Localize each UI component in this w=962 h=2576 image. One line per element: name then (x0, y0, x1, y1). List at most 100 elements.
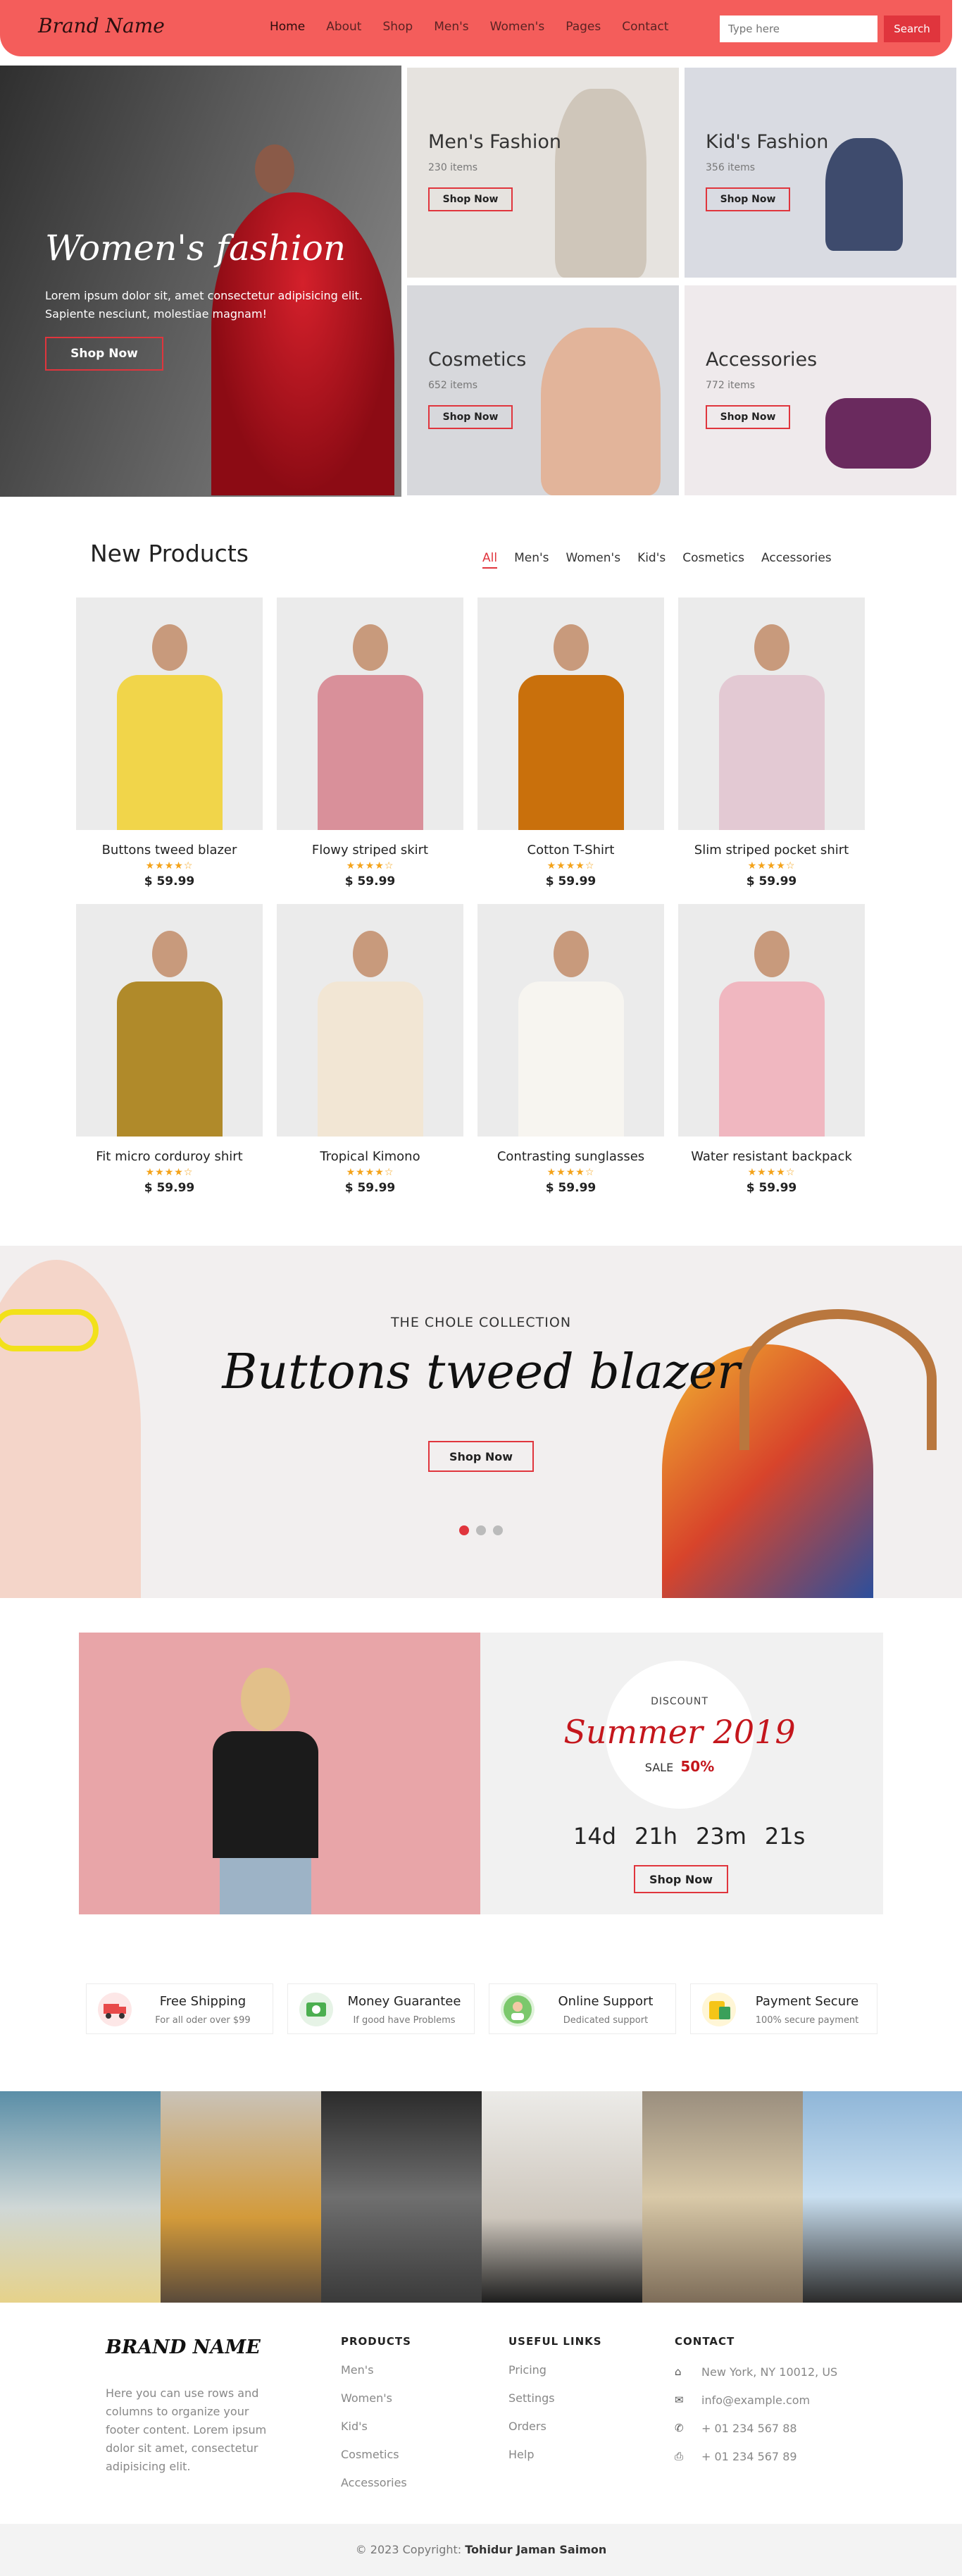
product-image[interactable] (477, 904, 664, 1137)
footer-link[interactable]: Help (508, 2448, 602, 2465)
feature-subtitle: For all oder over $99 (155, 2015, 251, 2026)
menu-pages[interactable]: Pages (566, 20, 601, 34)
filter-womens[interactable]: Women's (566, 551, 621, 569)
product-name[interactable]: Flowy striped skirt (277, 843, 463, 857)
new-products-title: New Products (90, 540, 249, 567)
category-title: Accessories (706, 349, 818, 371)
product-image[interactable] (76, 597, 263, 830)
truck-icon (98, 1993, 132, 2026)
product-image[interactable] (678, 904, 865, 1137)
product-card[interactable]: Contrasting sunglasses ★★★★☆ $ 59.99 (477, 904, 664, 1195)
copyright-bar: © 2023 Copyright: Tohidur Jaman Saimon (0, 2524, 962, 2576)
gallery-image-1[interactable] (0, 2091, 161, 2303)
category-tile-cosmetics[interactable]: Cosmetics 652 items Shop Now (407, 285, 679, 495)
product-card[interactable]: Water resistant backpack ★★★★☆ $ 59.99 (678, 904, 865, 1195)
contact-email[interactable]: info@example.com (701, 2394, 810, 2407)
footer-link[interactable]: Women's (341, 2391, 411, 2408)
menu-womens[interactable]: Women's (490, 20, 545, 34)
discount-circle: DISCOUNT Summer 2019 SALE 50% (563, 1661, 796, 1809)
sale-percent: 50% (680, 1758, 715, 1775)
collection-title: Buttons tweed blazer (222, 1344, 740, 1400)
product-image[interactable] (277, 597, 463, 830)
carousel-dots (459, 1525, 503, 1535)
star-rating-icon: ★★★★☆ (145, 1167, 194, 1178)
category-tile-mens[interactable]: Men's Fashion 230 items Shop Now (407, 68, 679, 278)
feature-title: Money Guarantee (347, 1994, 461, 2009)
sale-shop-now-button[interactable]: Shop Now (634, 1865, 728, 1893)
filter-accessories[interactable]: Accessories (761, 551, 832, 569)
footer-link[interactable]: Pricing (508, 2363, 602, 2380)
collection-shop-now-button[interactable]: Shop Now (428, 1441, 534, 1472)
category-shop-now-button[interactable]: Shop Now (428, 187, 513, 211)
star-rating-icon: ★★★★☆ (747, 860, 796, 872)
footer-link[interactable]: Accessories (341, 2476, 411, 2493)
print-icon: ⎙ (675, 2450, 684, 2463)
carousel-dot-1[interactable] (459, 1525, 469, 1535)
product-name[interactable]: Cotton T-Shirt (477, 843, 664, 857)
product-card[interactable]: Tropical Kimono ★★★★☆ $ 59.99 (277, 904, 463, 1195)
product-name[interactable]: Fit micro corduroy shirt (76, 1149, 263, 1164)
category-shop-now-button[interactable]: Shop Now (428, 405, 513, 429)
product-filters: All Men's Women's Kid's Cosmetics Access… (482, 551, 849, 569)
product-card[interactable]: Cotton T-Shirt ★★★★☆ $ 59.99 (477, 597, 664, 888)
gallery-image-2[interactable] (161, 2091, 321, 2303)
product-image[interactable] (678, 597, 865, 830)
product-card[interactable]: Buttons tweed blazer ★★★★☆ $ 59.99 (76, 597, 263, 888)
product-image[interactable] (277, 904, 463, 1137)
phone-icon: ✆ (675, 2422, 684, 2434)
search-input[interactable] (720, 16, 877, 42)
category-tile-accessories[interactable]: Accessories 772 items Shop Now (685, 285, 956, 495)
product-price: $ 59.99 (545, 1181, 596, 1195)
sale-panel: DISCOUNT Summer 2019 SALE 50% 14d 21h 23… (480, 1633, 883, 1914)
gallery-image-5[interactable] (642, 2091, 803, 2303)
filter-kids[interactable]: Kid's (637, 551, 666, 569)
filter-cosmetics[interactable]: Cosmetics (682, 551, 744, 569)
category-title: Cosmetics (428, 349, 527, 371)
footer-link[interactable]: Kid's (341, 2420, 411, 2436)
product-name[interactable]: Water resistant backpack (678, 1149, 865, 1164)
payment-icon (702, 1993, 736, 2026)
menu-contact[interactable]: Contact (622, 20, 668, 34)
product-price: $ 59.99 (746, 1181, 797, 1195)
menu-about[interactable]: About (326, 20, 361, 34)
footer-contact: CONTACT ⌂ New York, NY 10012, US ✉ info@ex… (675, 2335, 837, 2476)
brand-logo[interactable]: Brand Name (38, 14, 165, 37)
product-image[interactable] (477, 597, 664, 830)
product-card[interactable]: Slim striped pocket shirt ★★★★☆ $ 59.99 (678, 597, 865, 888)
product-name[interactable]: Tropical Kimono (277, 1149, 463, 1164)
footer-link[interactable]: Orders (508, 2420, 602, 2436)
footer-link[interactable]: Men's (341, 2363, 411, 2380)
category-shop-now-button[interactable]: Shop Now (706, 187, 790, 211)
cosmetics-model-image (541, 328, 661, 495)
hero-shop-now-button[interactable]: Shop Now (45, 337, 163, 371)
sale-title: Summer 2019 (563, 1713, 796, 1751)
gallery-image-6[interactable] (803, 2091, 962, 2303)
footer-links-title: USEFUL LINKS (508, 2335, 602, 2348)
product-name[interactable]: Slim striped pocket shirt (678, 843, 865, 857)
contact-fax: + 01 234 567 89 (701, 2449, 797, 2463)
footer-link[interactable]: Cosmetics (341, 2448, 411, 2465)
footer-about: Here you can use rows and columns to org… (106, 2386, 267, 2473)
product-card[interactable]: Fit micro corduroy shirt ★★★★☆ $ 59.99 (76, 904, 263, 1195)
category-tile-kids[interactable]: Kid's Fashion 356 items Shop Now (685, 68, 956, 278)
copyright-author[interactable]: Tohidur Jaman Saimon (465, 2543, 606, 2556)
accessories-shoes-image (825, 398, 931, 469)
carousel-dot-3[interactable] (493, 1525, 503, 1535)
footer-link[interactable]: Settings (508, 2391, 602, 2408)
category-shop-now-button[interactable]: Shop Now (706, 405, 790, 429)
contact-phone: + 01 234 567 88 (701, 2421, 797, 2435)
product-name[interactable]: Buttons tweed blazer (76, 843, 263, 857)
carousel-dot-2[interactable] (476, 1525, 486, 1535)
filter-all[interactable]: All (482, 551, 498, 569)
product-card[interactable]: Flowy striped skirt ★★★★☆ $ 59.99 (277, 597, 463, 888)
filter-mens[interactable]: Men's (514, 551, 549, 569)
menu-shop[interactable]: Shop (382, 20, 413, 34)
footer-contact-title: CONTACT (675, 2335, 735, 2348)
gallery-image-3[interactable] (321, 2091, 482, 2303)
menu-home[interactable]: Home (270, 20, 305, 34)
product-name[interactable]: Contrasting sunglasses (477, 1149, 664, 1164)
search-button[interactable]: Search (884, 16, 940, 42)
product-image[interactable] (76, 904, 263, 1137)
menu-mens[interactable]: Men's (434, 20, 468, 34)
gallery-image-4[interactable] (482, 2091, 642, 2303)
